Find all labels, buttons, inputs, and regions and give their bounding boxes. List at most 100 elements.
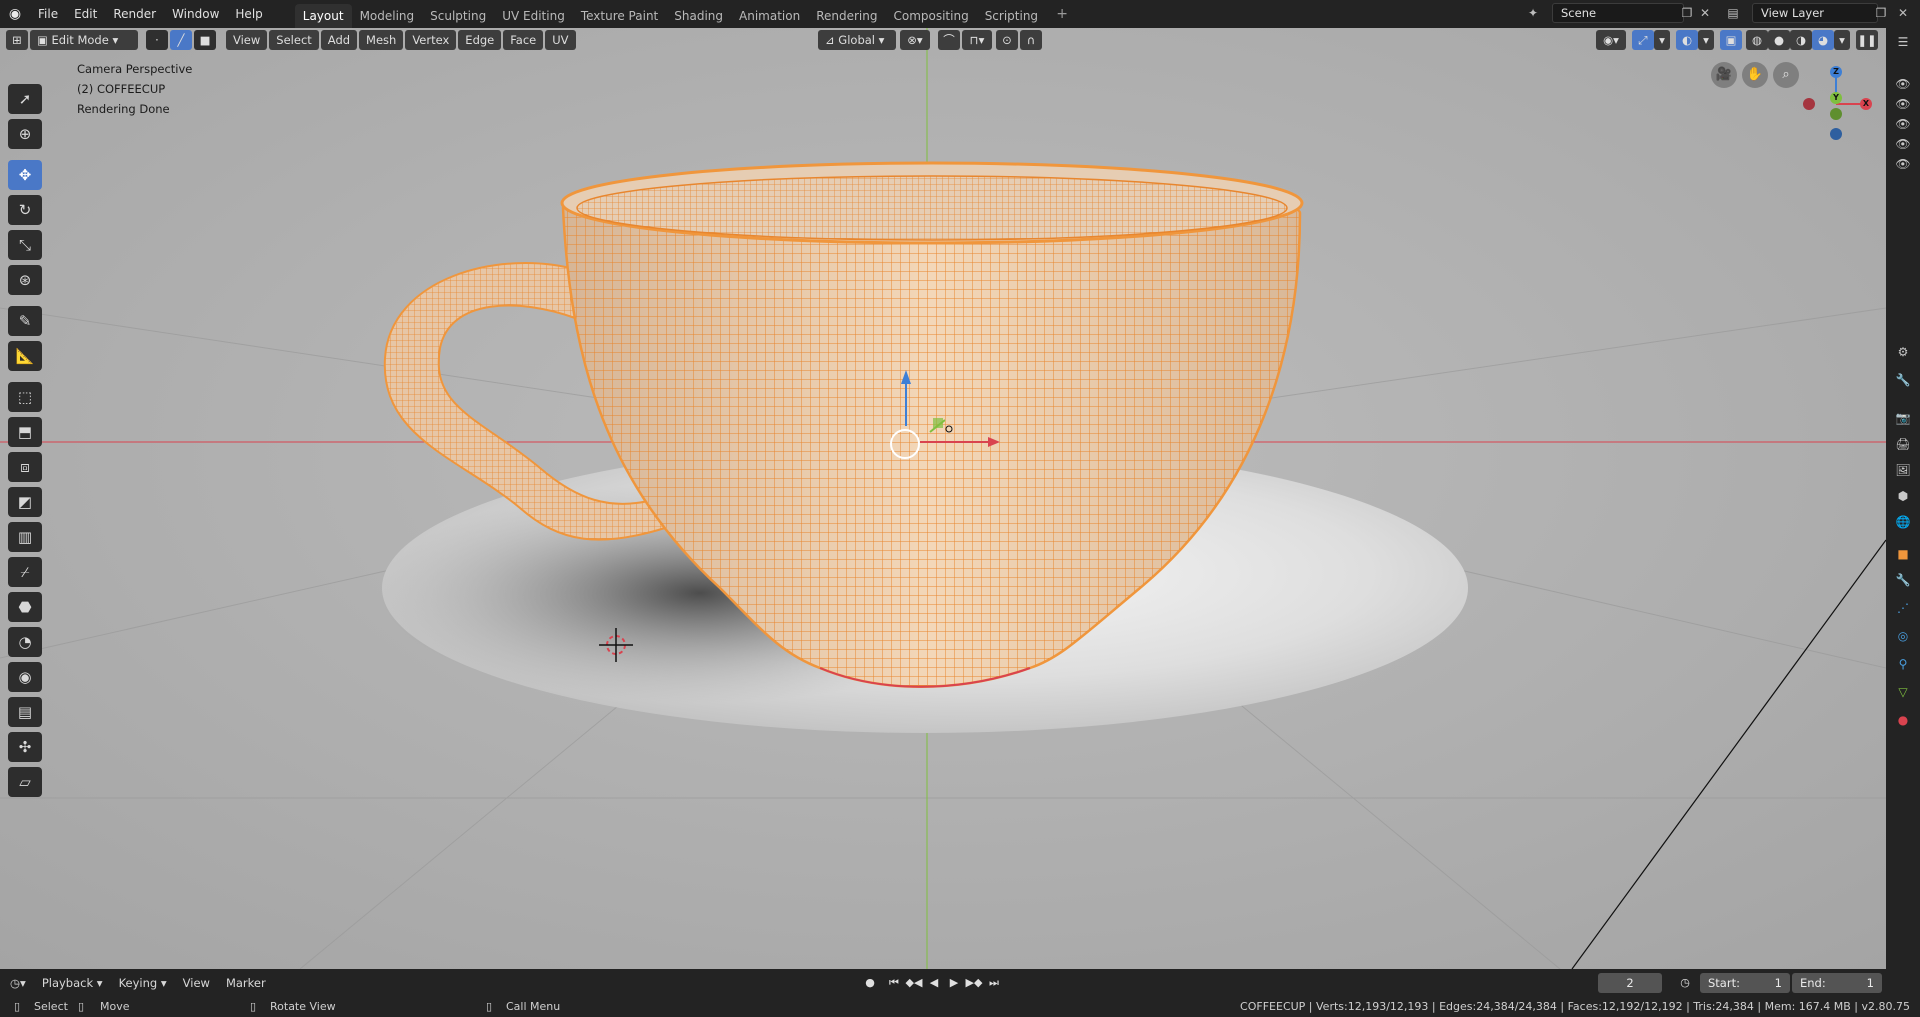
menu-vertex[interactable]: Vertex [405, 30, 457, 50]
timeline-menu-keying[interactable]: Keying ▾ [111, 976, 175, 990]
play-icon[interactable]: ▶ [945, 974, 963, 992]
tab-compositing[interactable]: Compositing [885, 4, 976, 28]
face-select-icon[interactable]: ■ [194, 30, 216, 50]
smooth-icon[interactable]: ◉ [8, 662, 42, 692]
menu-uv[interactable]: UV [545, 30, 576, 50]
gizmo-toggle-icon[interactable]: ⤢ [1632, 30, 1654, 50]
gizmo-neg-x-icon[interactable] [1803, 98, 1815, 110]
scene-selector-icon[interactable]: ✦ [1524, 4, 1542, 22]
eye-icon[interactable]: 👁 [1895, 136, 1911, 152]
knife-icon[interactable]: ⌿ [8, 557, 42, 587]
menu-face[interactable]: Face [503, 30, 544, 50]
mesh-data-properties-icon[interactable]: ▽ [1895, 684, 1911, 700]
start-frame-field[interactable]: Start: 1 [1700, 973, 1790, 993]
eye-icon[interactable]: 👁 [1895, 116, 1911, 132]
record-icon[interactable]: ● [861, 974, 879, 992]
modifier-properties-icon[interactable]: 🔧 [1895, 572, 1911, 588]
cursor-select-icon[interactable]: ➚ [8, 84, 42, 114]
end-frame-field[interactable]: End: 1 [1792, 973, 1882, 993]
menu-edge[interactable]: Edge [458, 30, 502, 50]
menu-file[interactable]: File [30, 3, 66, 25]
gizmo-y-icon[interactable]: Y [1830, 92, 1842, 104]
scene-properties-icon[interactable]: ⬢ [1895, 488, 1911, 504]
edge-select-icon[interactable]: ╱ [170, 30, 192, 50]
tab-sculpting[interactable]: Sculpting [422, 4, 494, 28]
navigation-gizmo[interactable]: Z X Y [1790, 60, 1872, 140]
menu-add[interactable]: Add [320, 30, 358, 50]
menu-mesh[interactable]: Mesh [359, 30, 404, 50]
3d-cursor-icon[interactable]: ⊕ [8, 119, 42, 149]
solid-shading-icon[interactable]: ● [1768, 30, 1790, 50]
tool-properties-icon[interactable]: ⚙ [1895, 344, 1911, 360]
constraints-properties-icon[interactable]: ⚲ [1895, 656, 1911, 672]
jump-start-icon[interactable]: ⏮ [885, 974, 903, 992]
new-scene-icon[interactable]: ❐ [1678, 4, 1696, 22]
add-cube-icon[interactable]: ⬚ [8, 382, 42, 412]
preview-range-icon[interactable]: ◷ [1676, 974, 1694, 992]
current-frame-field[interactable]: 2 [1598, 973, 1662, 993]
mode-dropdown[interactable]: ▣ Edit Mode ▾ [30, 30, 138, 50]
tab-animation[interactable]: Animation [731, 4, 808, 28]
output-properties-icon[interactable]: 🖨 [1895, 436, 1911, 452]
camera-view-icon[interactable]: 🎥 [1711, 62, 1737, 88]
menu-window[interactable]: Window [164, 3, 227, 25]
delete-view-layer-icon[interactable]: ✕ [1894, 4, 1912, 22]
shrink-icon[interactable]: ✣ [8, 732, 42, 762]
move-icon[interactable]: ✥ [8, 160, 42, 190]
menu-render[interactable]: Render [105, 3, 164, 25]
snap-target-icon[interactable]: ⊓▾ [962, 30, 992, 50]
jump-end-icon[interactable]: ⏭ [985, 974, 1003, 992]
pause-render-icon[interactable]: ❚❚ [1856, 30, 1878, 50]
view-layer-field[interactable]: View Layer [1752, 3, 1878, 23]
rendered-shading-icon[interactable]: ◕ [1812, 30, 1834, 50]
menu-help[interactable]: Help [227, 3, 270, 25]
tab-shading[interactable]: Shading [666, 4, 731, 28]
eye-icon[interactable]: 👁 [1895, 96, 1911, 112]
gizmo-neg-y-icon[interactable] [1830, 108, 1842, 120]
timeline-menu-marker[interactable]: Marker [218, 976, 274, 990]
play-reverse-icon[interactable]: ◀ [925, 974, 943, 992]
vertex-select-icon[interactable]: · [146, 30, 168, 50]
loop-cut-icon[interactable]: ▥ [8, 522, 42, 552]
falloff-icon[interactable]: ∩ [1020, 30, 1042, 50]
add-workspace-icon[interactable]: + [1052, 4, 1072, 24]
menu-view[interactable]: View [226, 30, 268, 50]
viewport-scene[interactable] [0, 28, 1886, 969]
shear-icon[interactable]: ▱ [8, 767, 42, 797]
scene-name-field[interactable]: Scene [1552, 3, 1684, 23]
poly-build-icon[interactable]: ⬣ [8, 592, 42, 622]
bevel-icon[interactable]: ◩ [8, 487, 42, 517]
timeline-menu-playback[interactable]: Playback ▾ [34, 976, 111, 990]
measure-icon[interactable]: 📐 [8, 341, 42, 371]
particles-properties-icon[interactable]: ⋰ [1895, 600, 1911, 616]
eye-icon[interactable]: 👁 [1895, 156, 1911, 172]
annotate-icon[interactable]: ✎ [8, 306, 42, 336]
tab-layout[interactable]: Layout [294, 4, 352, 28]
snap-toggle-icon[interactable]: ⌒ [938, 30, 960, 50]
pan-hand-icon[interactable]: ✋ [1742, 62, 1768, 88]
spin-icon[interactable]: ◔ [8, 627, 42, 657]
menu-edit[interactable]: Edit [66, 3, 105, 25]
outliner-toggle-icon[interactable]: ☰ [1895, 34, 1911, 50]
wireframe-shading-icon[interactable]: ◍ [1746, 30, 1768, 50]
scale-icon[interactable]: ⤡ [8, 230, 42, 260]
gizmo-z-icon[interactable]: Z [1830, 66, 1842, 78]
inset-icon[interactable]: ⧈ [8, 452, 42, 482]
transform-icon[interactable]: ⊛ [8, 265, 42, 295]
tab-rendering[interactable]: Rendering [808, 4, 885, 28]
overlay-dropdown-icon[interactable]: ▾ [1698, 30, 1714, 50]
editor-type-icon[interactable]: ⊞ [6, 30, 28, 50]
new-view-layer-icon[interactable]: ❐ [1872, 4, 1890, 22]
proportional-edit-icon[interactable]: ⊙ [996, 30, 1018, 50]
tab-uv-editing[interactable]: UV Editing [494, 4, 573, 28]
material-properties-icon[interactable]: ● [1895, 712, 1911, 728]
rotate-icon[interactable]: ↻ [8, 195, 42, 225]
physics-properties-icon[interactable]: ◎ [1895, 628, 1911, 644]
timeline-editor-icon[interactable]: ◷▾ [0, 976, 34, 990]
view-layer-icon[interactable]: ▤ [1724, 4, 1742, 22]
edge-slide-icon[interactable]: ▤ [8, 697, 42, 727]
shading-dropdown-icon[interactable]: ▾ [1834, 30, 1850, 50]
tab-texture-paint[interactable]: Texture Paint [573, 4, 666, 28]
jump-keyframe-forward-icon[interactable]: ▶◆ [965, 974, 983, 992]
xray-toggle-icon[interactable]: ▣ [1720, 30, 1742, 50]
